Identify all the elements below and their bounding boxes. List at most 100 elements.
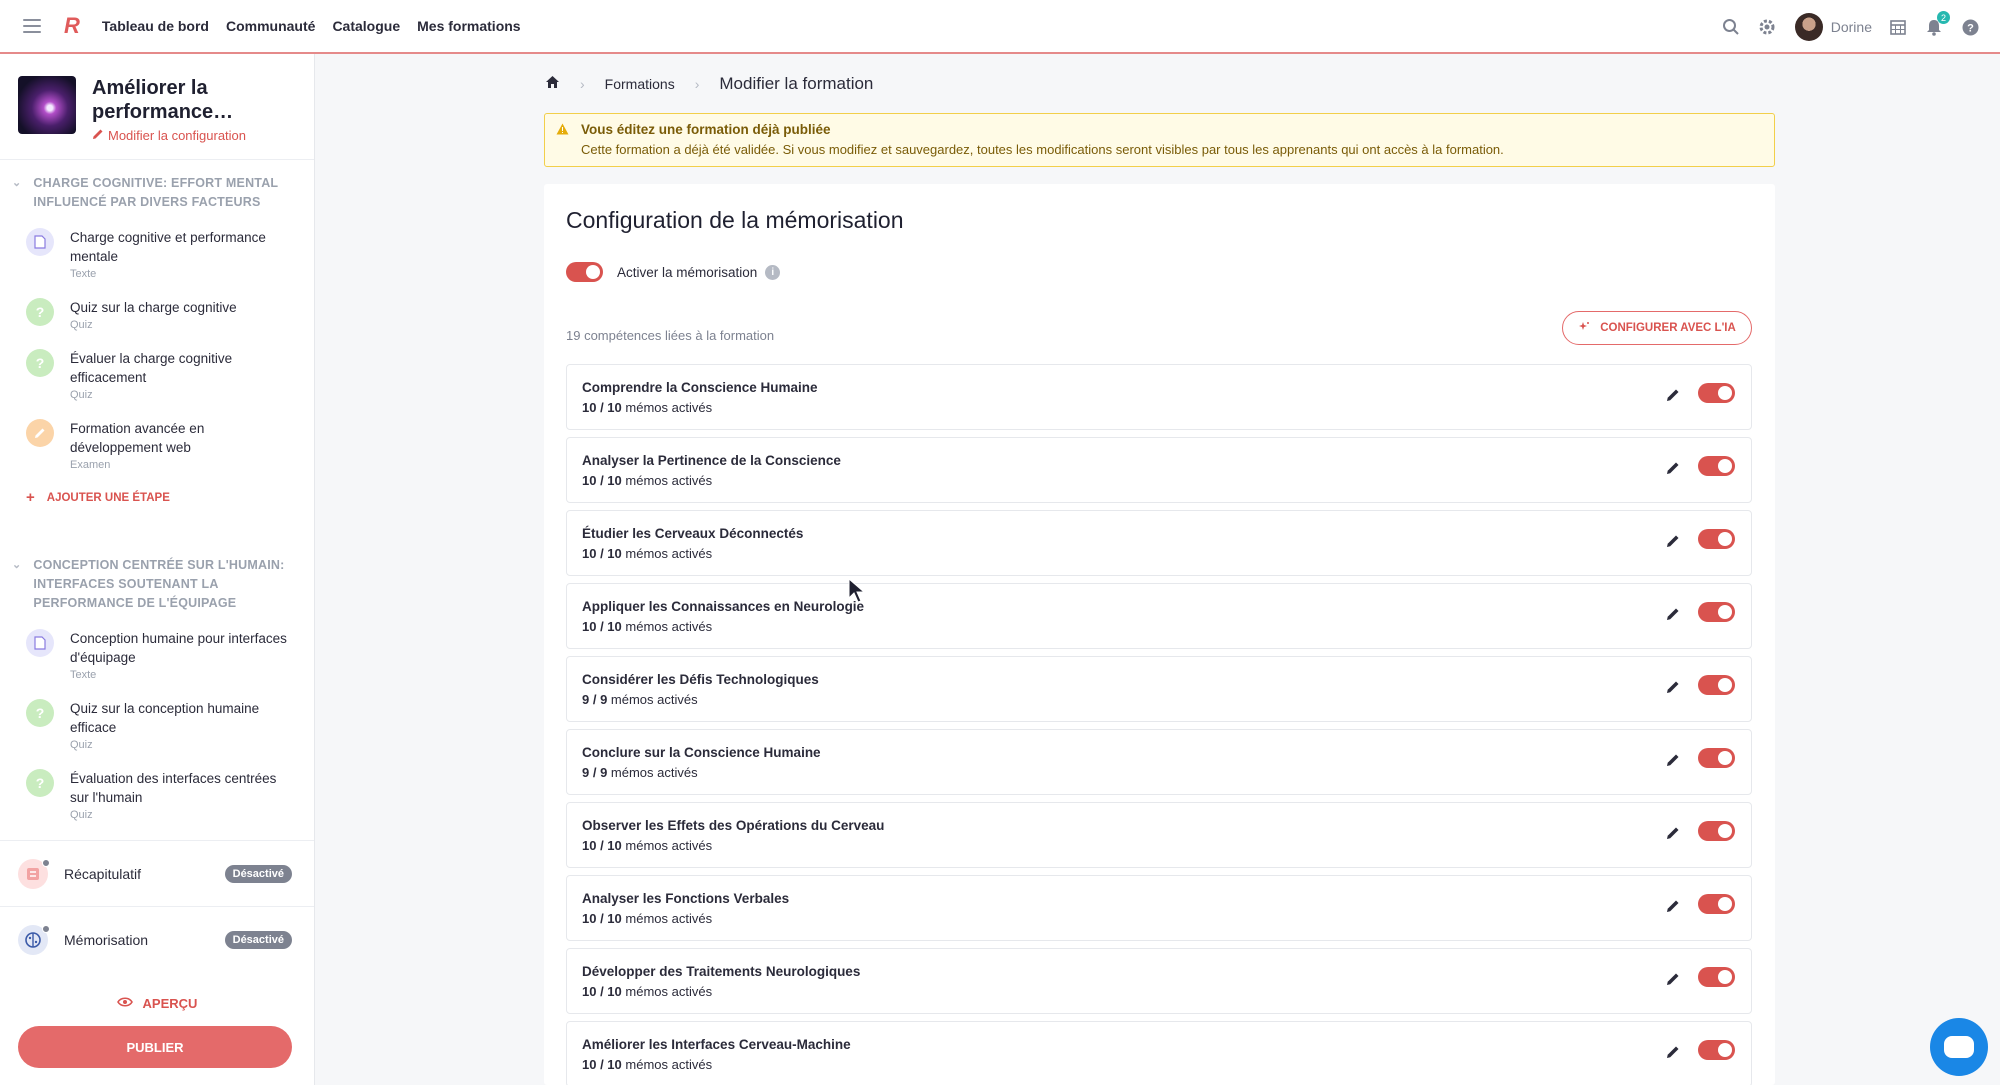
step-label: Quiz sur la conception humaine efficace bbox=[70, 701, 260, 735]
sidebar-footer: Récapitulatif Désactivé Mémorisation Dés… bbox=[0, 840, 314, 1068]
avatar[interactable] bbox=[1794, 13, 1823, 41]
recap-icon bbox=[18, 858, 50, 889]
step-type: Quiz bbox=[70, 389, 93, 401]
nav-community[interactable]: Communauté bbox=[226, 18, 315, 34]
brain-icon bbox=[18, 924, 50, 955]
step-type: Texte bbox=[70, 669, 97, 681]
chapter-2: ⌄ Conception centrée sur l'humain: inter… bbox=[0, 514, 314, 829]
step-item[interactable]: ? Évaluer la charge cognitive efficaceme… bbox=[0, 339, 314, 409]
step-item[interactable]: Charge cognitive et performance mentale … bbox=[0, 212, 314, 288]
chevron-down-icon[interactable]: ⌄ bbox=[12, 556, 21, 613]
activate-memorisation-toggle[interactable] bbox=[566, 262, 603, 282]
course-thumbnail bbox=[18, 76, 76, 134]
edit-icon[interactable] bbox=[1665, 387, 1681, 403]
published-warning-banner: Vous éditez une formation déjà publiée C… bbox=[544, 113, 1775, 167]
step-item[interactable]: ? Quiz sur la charge cognitive Quiz bbox=[0, 288, 314, 339]
skill-name: Conclure sur la Conscience Humaine bbox=[582, 745, 821, 760]
skill-memos: 10 / 10 mémos activés bbox=[582, 984, 713, 999]
skill-name: Améliorer les Interfaces Cerveau-Machine bbox=[582, 1037, 851, 1052]
nav-dashboard[interactable]: Tableau de bord bbox=[102, 18, 209, 34]
info-icon[interactable]: i bbox=[765, 264, 781, 280]
chevron-right-icon: › bbox=[694, 76, 700, 92]
skill-toggle[interactable] bbox=[1698, 602, 1735, 622]
skill-name: Analyser la Pertinence de la Conscience bbox=[582, 453, 841, 468]
edit-configuration-link[interactable]: Modifier la configuration bbox=[92, 128, 296, 143]
preview-button[interactable]: Aperçu bbox=[0, 996, 314, 1011]
skill-toggle[interactable] bbox=[1698, 383, 1735, 403]
warning-title: Vous éditez une formation déjà publiée bbox=[581, 122, 831, 137]
edit-icon[interactable] bbox=[1665, 971, 1681, 987]
activate-memorisation-label: Activer la mémorisation bbox=[617, 264, 758, 280]
memorisation-row[interactable]: Mémorisation Désactivé bbox=[0, 906, 314, 972]
chapter-title[interactable]: ⌄ Conception centrée sur l'humain: inter… bbox=[0, 556, 314, 613]
skill-name: Appliquer les Connaissances en Neurologi… bbox=[582, 599, 865, 614]
gear-icon[interactable] bbox=[1757, 17, 1777, 37]
step-item[interactable]: Formation avancée en développement web E… bbox=[0, 409, 314, 479]
step-type: Examen bbox=[70, 459, 111, 471]
memorisation-config-card: Configuration de la mémorisation Activer… bbox=[544, 184, 1775, 1085]
document-icon bbox=[26, 228, 54, 256]
skill-name: Observer les Effets des Opérations du Ce… bbox=[582, 818, 885, 833]
menu-icon[interactable] bbox=[23, 19, 41, 33]
edit-icon[interactable] bbox=[1665, 460, 1681, 476]
breadcrumb-formations[interactable]: Formations bbox=[605, 76, 675, 92]
skill-name: Comprendre la Conscience Humaine bbox=[582, 380, 818, 395]
question-icon: ? bbox=[26, 298, 54, 326]
skill-toggle[interactable] bbox=[1698, 529, 1735, 549]
step-item[interactable]: ? Évaluation des interfaces centrées sur… bbox=[0, 759, 314, 829]
edit-icon[interactable] bbox=[1665, 898, 1681, 914]
step-item[interactable]: Conception humaine pour interfaces d'équ… bbox=[0, 613, 314, 689]
edit-icon[interactable] bbox=[1665, 825, 1681, 841]
skill-name: Considérer les Défis Technologiques bbox=[582, 672, 819, 687]
eye-icon bbox=[116, 996, 133, 1011]
pencil-icon bbox=[26, 419, 54, 447]
edit-icon[interactable] bbox=[1665, 752, 1681, 768]
topbar-actions: Dorine 2 ? bbox=[1705, 0, 1980, 54]
nav-catalog[interactable]: Catalogue bbox=[332, 18, 400, 34]
skill-row: Observer les Effets des Opérations du Ce… bbox=[566, 802, 1752, 868]
skill-memos: 10 / 10 mémos activés bbox=[582, 400, 713, 415]
skill-name: Analyser les Fonctions Verbales bbox=[582, 891, 790, 906]
skill-toggle[interactable] bbox=[1698, 675, 1735, 695]
question-icon: ? bbox=[26, 349, 54, 377]
skill-memos: 10 / 10 mémos activés bbox=[582, 1057, 713, 1072]
skill-toggle[interactable] bbox=[1698, 456, 1735, 476]
home-icon[interactable] bbox=[545, 75, 560, 94]
step-item[interactable]: ? Quiz sur la conception humaine efficac… bbox=[0, 689, 314, 759]
skill-memos: 10 / 10 mémos activés bbox=[582, 473, 713, 488]
step-type: Texte bbox=[70, 268, 97, 280]
skill-toggle[interactable] bbox=[1698, 1040, 1735, 1060]
calendar-icon[interactable] bbox=[1888, 17, 1908, 37]
edit-icon[interactable] bbox=[1665, 1044, 1681, 1060]
step-label: Charge cognitive et performance mentale bbox=[70, 230, 266, 264]
edit-icon[interactable] bbox=[1665, 679, 1681, 695]
chevron-right-icon: › bbox=[580, 76, 585, 92]
chapter-title[interactable]: ⌄ Charge cognitive: effort mental influe… bbox=[0, 174, 314, 212]
recap-row[interactable]: Récapitulatif Désactivé bbox=[0, 840, 314, 906]
nav-my-trainings[interactable]: Mes formations bbox=[417, 18, 520, 34]
edit-icon[interactable] bbox=[1665, 606, 1681, 622]
edit-icon[interactable] bbox=[1665, 533, 1681, 549]
step-label: Évaluer la charge cognitive efficacement bbox=[70, 351, 233, 385]
skill-toggle[interactable] bbox=[1698, 748, 1735, 768]
app-logo[interactable]: R bbox=[64, 13, 80, 39]
search-icon[interactable] bbox=[1721, 17, 1741, 37]
bell-icon[interactable]: 2 bbox=[1924, 11, 1950, 37]
help-icon[interactable]: ? bbox=[1960, 17, 1980, 37]
configure-with-ai-button[interactable]: Configurer avec l'IA bbox=[1562, 311, 1752, 345]
chat-support-button[interactable] bbox=[1930, 1018, 1988, 1076]
publish-button[interactable]: Publier bbox=[18, 1026, 292, 1068]
warning-icon bbox=[556, 123, 569, 138]
add-step-button[interactable]: + Ajouter une étape bbox=[0, 479, 314, 514]
edit-configuration-label: Modifier la configuration bbox=[108, 128, 247, 143]
username[interactable]: Dorine bbox=[1831, 19, 1872, 35]
skill-toggle[interactable] bbox=[1698, 967, 1735, 987]
course-sidebar: Améliorer la performance… Modifier la co… bbox=[0, 54, 315, 1085]
skills-count: 19 compétences liées à la formation bbox=[566, 328, 775, 343]
chevron-down-icon[interactable]: ⌄ bbox=[12, 174, 21, 212]
question-icon: ? bbox=[26, 699, 54, 727]
skill-toggle[interactable] bbox=[1698, 821, 1735, 841]
skill-row: Comprendre la Conscience Humaine 10 / 10 … bbox=[566, 364, 1752, 430]
skill-memos: 10 / 10 mémos activés bbox=[582, 911, 713, 926]
skill-toggle[interactable] bbox=[1698, 894, 1735, 914]
